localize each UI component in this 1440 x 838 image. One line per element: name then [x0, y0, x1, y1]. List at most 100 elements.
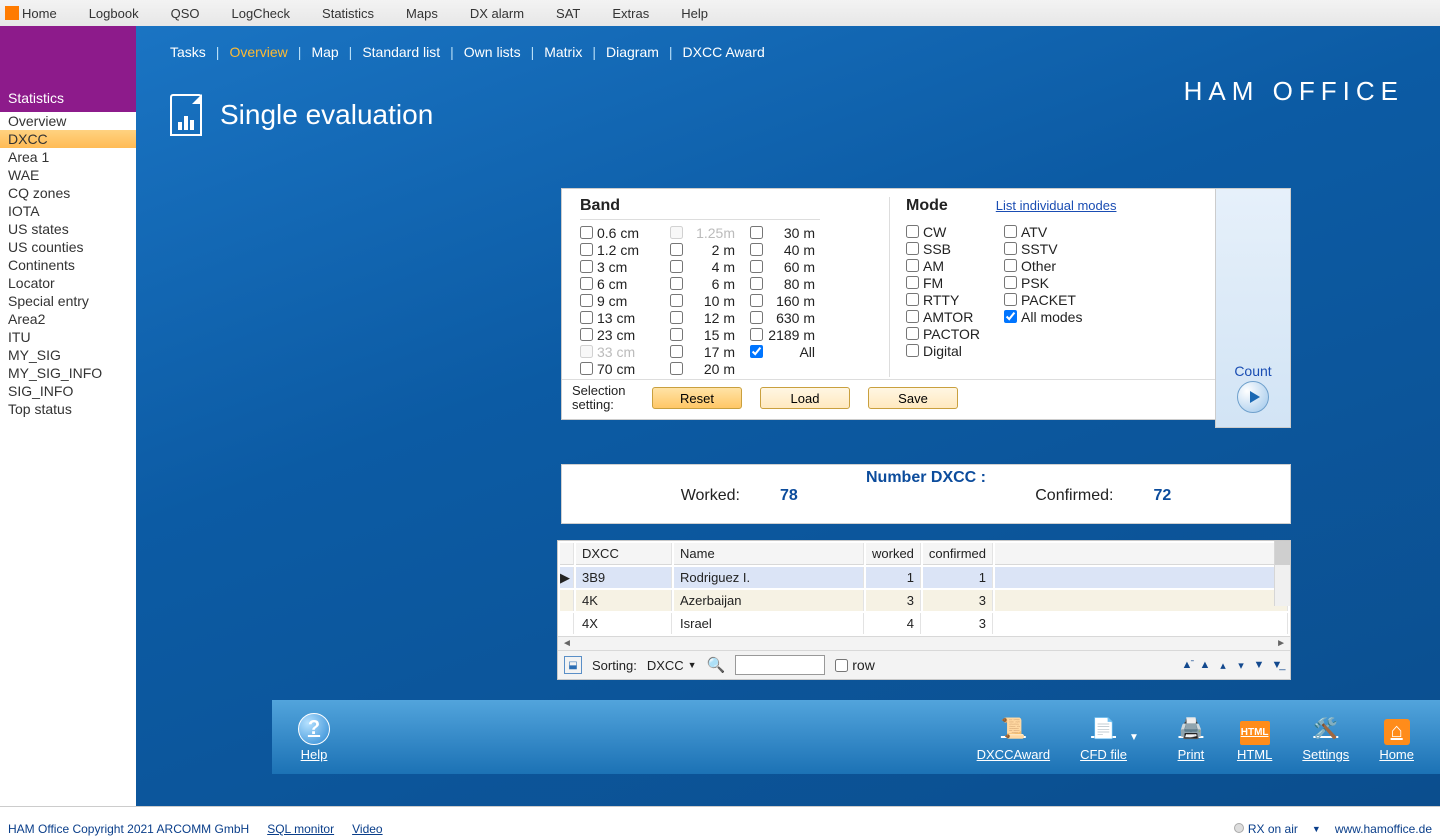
menu-home[interactable]: Home — [5, 6, 73, 21]
chk-all-modes[interactable]: All modes — [1004, 308, 1098, 325]
html-tool[interactable]: HTMLHTML — [1237, 721, 1272, 762]
chk-pactor[interactable]: PACTOR — [906, 325, 1000, 342]
list-modes-link[interactable]: List individual modes — [996, 198, 1117, 213]
nav-last[interactable]: ▼̲ — [1270, 658, 1284, 672]
chk-60-m[interactable]: 60 m — [750, 258, 836, 275]
chk-all[interactable]: All — [750, 343, 836, 360]
nav-pgdn[interactable]: ▼ — [1252, 658, 1266, 672]
crumb-standard-list[interactable]: Standard list — [362, 44, 440, 60]
cfdfile-tool[interactable]: 📄CFD file — [1080, 713, 1127, 762]
help-tool[interactable]: ? Help — [298, 713, 330, 762]
menu-logbook[interactable]: Logbook — [73, 6, 155, 21]
chk-3-cm[interactable]: 3 cm — [580, 258, 666, 275]
chk-17-m[interactable]: 17 m — [670, 343, 746, 360]
sorting-combo[interactable]: DXCC ▼ — [647, 658, 697, 673]
chk-fm[interactable]: FM — [906, 274, 1000, 291]
search-input[interactable] — [735, 655, 825, 675]
status-sql[interactable]: SQL monitor — [267, 822, 334, 836]
crumb-tasks[interactable]: Tasks — [170, 44, 206, 60]
chk-30-m[interactable]: 30 m — [750, 224, 836, 241]
sidebar-item-continents[interactable]: Continents — [0, 256, 136, 274]
chk-ssb[interactable]: SSB — [906, 240, 1000, 257]
chk-amtor[interactable]: AMTOR — [906, 308, 1000, 325]
chk-15-m[interactable]: 15 m — [670, 326, 746, 343]
reset-button[interactable]: Reset — [652, 387, 742, 409]
chk-13-cm[interactable]: 13 cm — [580, 309, 666, 326]
col-confirmed[interactable]: confirmed — [923, 543, 993, 565]
menu-sat[interactable]: SAT — [540, 6, 596, 21]
table-row[interactable]: ▶3B9Rodriguez I.11 — [560, 567, 1288, 588]
crumb-diagram[interactable]: Diagram — [606, 44, 659, 60]
menu-logcheck[interactable]: LogCheck — [215, 6, 306, 21]
sidebar-item-itu[interactable]: ITU — [0, 328, 136, 346]
chk-20-m[interactable]: 20 m — [670, 360, 746, 377]
chk-10-m[interactable]: 10 m — [670, 292, 746, 309]
menu-extras[interactable]: Extras — [596, 6, 665, 21]
cfd-dropdown-icon[interactable]: ▼ — [1129, 732, 1139, 743]
menu-dxalarm[interactable]: DX alarm — [454, 6, 540, 21]
status-video[interactable]: Video — [352, 822, 382, 836]
sidebar-item-sig-info[interactable]: SIG_INFO — [0, 382, 136, 400]
chk-psk[interactable]: PSK — [1004, 274, 1098, 291]
crumb-matrix[interactable]: Matrix — [544, 44, 582, 60]
table-row[interactable]: 4KAzerbaijan33 — [560, 590, 1288, 611]
chk-160-m[interactable]: 160 m — [750, 292, 836, 309]
chk-am[interactable]: AM — [906, 257, 1000, 274]
chk-9-cm[interactable]: 9 cm — [580, 292, 666, 309]
sidebar-item-iota[interactable]: IOTA — [0, 202, 136, 220]
status-url[interactable]: www.hamoffice.de — [1335, 822, 1432, 836]
chk-80-m[interactable]: 80 m — [750, 275, 836, 292]
col-dxcc[interactable]: DXCC — [576, 543, 672, 565]
chk-packet[interactable]: PACKET — [1004, 291, 1098, 308]
chk-0-6-cm[interactable]: 0.6 cm — [580, 224, 666, 241]
nav-down[interactable]: ▾ — [1234, 658, 1248, 672]
grid-vscroll[interactable] — [1274, 541, 1290, 606]
sidebar-item-locator[interactable]: Locator — [0, 274, 136, 292]
chk-2-m[interactable]: 2 m — [670, 241, 746, 258]
menu-statistics[interactable]: Statistics — [306, 6, 390, 21]
sidebar-item-us-counties[interactable]: US counties — [0, 238, 136, 256]
sidebar-item-dxcc[interactable]: DXCC — [0, 130, 136, 148]
status-dropdown-icon[interactable]: ▼ — [1312, 824, 1321, 834]
table-row[interactable]: 4XIsrael43 — [560, 613, 1288, 634]
chk-40-m[interactable]: 40 m — [750, 241, 836, 258]
sidebar-item-top-status[interactable]: Top status — [0, 400, 136, 418]
chk-rtty[interactable]: RTTY — [906, 291, 1000, 308]
crumb-overview[interactable]: Overview — [229, 44, 287, 60]
sidebar-item-us-states[interactable]: US states — [0, 220, 136, 238]
nav-up[interactable]: ▴ — [1216, 658, 1230, 672]
chk-atv[interactable]: ATV — [1004, 223, 1098, 240]
col-name[interactable]: Name — [674, 543, 864, 565]
chk-1-2-cm[interactable]: 1.2 cm — [580, 241, 666, 258]
menu-qso[interactable]: QSO — [155, 6, 216, 21]
chk-4-m[interactable]: 4 m — [670, 258, 746, 275]
search-icon[interactable]: 🔍 — [707, 656, 726, 674]
grid-config-icon[interactable]: ⬓ — [564, 656, 582, 674]
grid-table[interactable]: DXCC Name worked confirmed ▶3B9Rodriguez… — [558, 541, 1290, 636]
nav-first[interactable]: ▲̄ — [1180, 658, 1194, 672]
sidebar-item-my-sig[interactable]: MY_SIG — [0, 346, 136, 364]
chk-6-cm[interactable]: 6 cm — [580, 275, 666, 292]
crumb-dxcc-award[interactable]: DXCC Award — [683, 44, 765, 60]
chk-sstv[interactable]: SSTV — [1004, 240, 1098, 257]
menu-maps[interactable]: Maps — [390, 6, 454, 21]
row-checkbox[interactable]: row — [835, 657, 875, 674]
crumb-own-lists[interactable]: Own lists — [464, 44, 521, 60]
grid-hscroll[interactable]: ◄► — [558, 636, 1290, 650]
sidebar-item-area2[interactable]: Area2 — [0, 310, 136, 328]
chk-digital[interactable]: Digital — [906, 342, 1000, 359]
sidebar-item-overview[interactable]: Overview — [0, 112, 136, 130]
dxccaward-tool[interactable]: 📜DXCCAward — [977, 713, 1050, 762]
count-button[interactable] — [1237, 381, 1269, 413]
home-tool[interactable]: ⌂Home — [1379, 719, 1414, 762]
chk-630-m[interactable]: 630 m — [750, 309, 836, 326]
load-button[interactable]: Load — [760, 387, 850, 409]
crumb-map[interactable]: Map — [311, 44, 338, 60]
sidebar-item-my-sig-info[interactable]: MY_SIG_INFO — [0, 364, 136, 382]
menu-help[interactable]: Help — [665, 6, 724, 21]
sidebar-item-special-entry[interactable]: Special entry — [0, 292, 136, 310]
settings-tool[interactable]: 🛠️Settings — [1302, 713, 1349, 762]
nav-pgup[interactable]: ▲ — [1198, 658, 1212, 672]
save-button[interactable]: Save — [868, 387, 958, 409]
chk-other[interactable]: Other — [1004, 257, 1098, 274]
